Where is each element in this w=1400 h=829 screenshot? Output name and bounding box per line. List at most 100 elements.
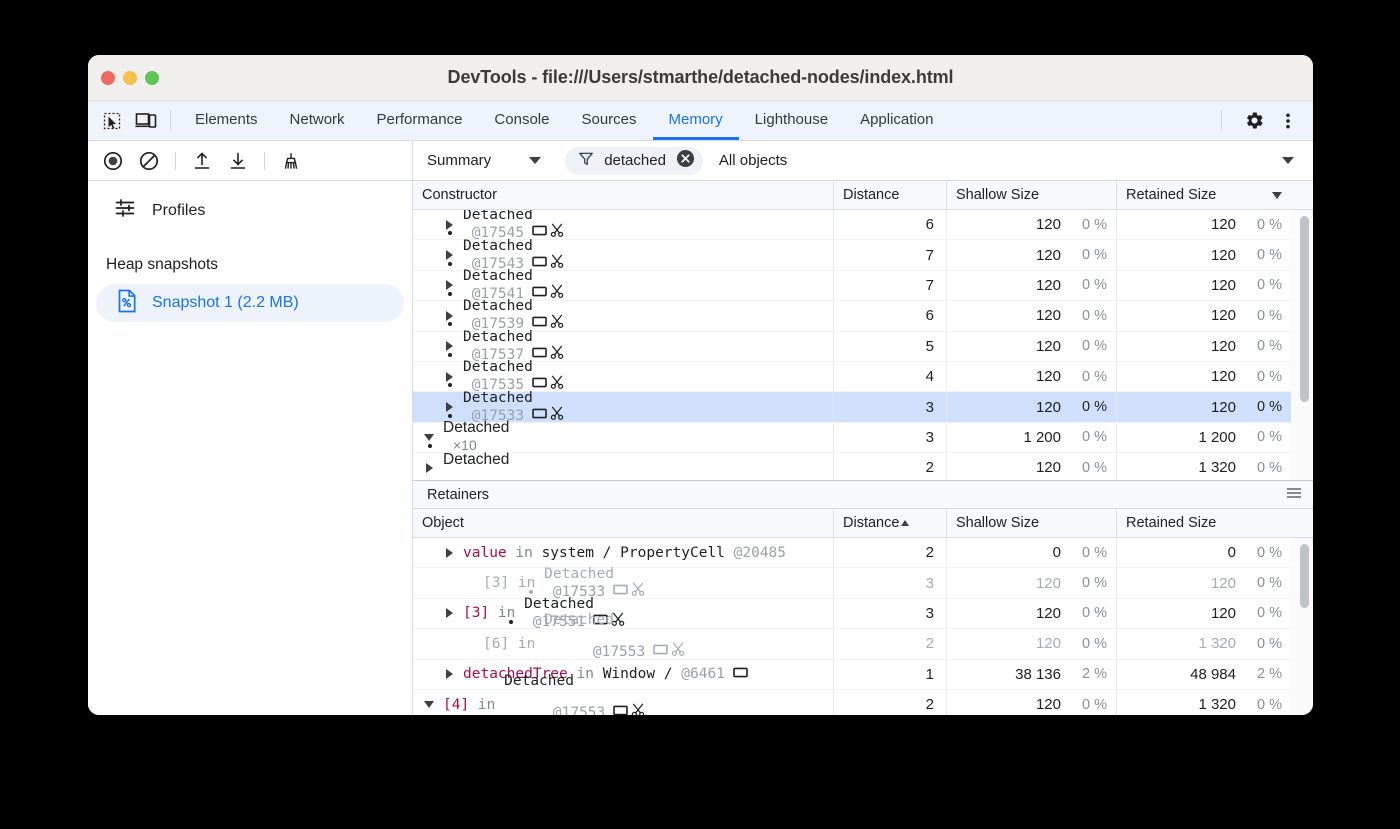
class-filter-select[interactable]: All objects	[703, 152, 1313, 169]
gear-icon[interactable]	[1237, 110, 1271, 131]
distance-cell: 7	[833, 240, 946, 269]
tab-elements[interactable]: Elements	[179, 101, 274, 140]
tab-label: Performance	[377, 111, 463, 128]
dom-node-badge-icon[interactable]	[613, 704, 628, 715]
inspect-element-icon[interactable]	[95, 101, 129, 140]
table-row[interactable]: [4] in Detached @1755321200 %1 3200 %	[413, 690, 1313, 715]
retained-size-percent: 0 %	[1236, 429, 1282, 445]
expand-triangle-icon[interactable]	[441, 548, 457, 558]
zoom-button[interactable]	[145, 71, 159, 85]
table-row[interactable]: Detached @1753541200 %1200 %	[413, 362, 1313, 392]
column-header-retained-size[interactable]: Retained Size	[1116, 181, 1291, 209]
tab-application[interactable]: Application	[844, 101, 949, 140]
clear-circle-slash-icon[interactable]	[132, 146, 166, 176]
constructors-scrollbar-thumb[interactable]	[1300, 216, 1309, 402]
dom-node-badge-icon[interactable]	[653, 643, 668, 660]
table-row[interactable]: Detached @1753331200 %1200 %	[413, 392, 1313, 422]
filter-chip[interactable]: detached	[565, 147, 703, 175]
retained-size-cell-value: 120	[1211, 368, 1236, 385]
table-row[interactable]: Detached @1754171200 %1200 %	[413, 271, 1313, 301]
table-row[interactable]: Detached ×1031 2000 %1 2000 %	[413, 423, 1313, 453]
broom-icon[interactable]	[274, 146, 308, 176]
shallow-size-cell: 1200 %	[946, 629, 1116, 658]
distance-value: 3	[926, 429, 934, 446]
tabbar-divider	[170, 110, 171, 131]
more-vertical-icon[interactable]	[1271, 111, 1305, 131]
shallow-size-cell: 1200 %	[946, 332, 1116, 361]
table-row[interactable]: Detached 21200 %1 3200 %	[413, 453, 1313, 480]
table-row[interactable]: value in system / PropertyCell @20485200…	[413, 538, 1313, 568]
distance-value: 2	[926, 544, 934, 561]
column-header-shallow-size[interactable]: Shallow Size	[946, 509, 1116, 537]
retained-size-cell: 00 %	[1116, 538, 1291, 567]
column-header-distance[interactable]: Distance	[833, 181, 946, 209]
retained-size-cell-value: 120	[1211, 605, 1236, 622]
tab-label: Elements	[195, 111, 258, 128]
column-header-constructor[interactable]: Constructor	[413, 181, 833, 209]
search-input[interactable]: detached	[604, 152, 666, 169]
tabbar-right-divider	[1221, 110, 1222, 131]
distance-cell: 6	[833, 210, 946, 239]
shallow-size-cell-value: 120	[1036, 575, 1061, 592]
retained-size-cell-value: 48 984	[1190, 666, 1236, 683]
distance-value: 4	[926, 368, 934, 385]
column-header-shallow-size[interactable]: Shallow Size	[946, 181, 1116, 209]
shallow-size-percent: 0 %	[1061, 217, 1107, 233]
upload-icon[interactable]	[185, 146, 219, 176]
shallow-size-percent: 2 %	[1061, 666, 1107, 682]
distance-value: 5	[926, 338, 934, 355]
clear-x-circle-icon[interactable]	[676, 149, 695, 172]
tab-console[interactable]: Console	[478, 101, 565, 140]
table-row[interactable]: Detached @1754561200 %1200 %	[413, 210, 1313, 240]
minimize-button[interactable]	[123, 71, 137, 85]
shallow-size-cell: 1200 %	[946, 271, 1116, 300]
shallow-size-percent: 0 %	[1061, 429, 1107, 445]
sidebar-item-profiles[interactable]: Profiles	[88, 181, 412, 224]
hamburger-menu-icon[interactable]	[1285, 486, 1303, 504]
view-select[interactable]: Summary	[427, 152, 541, 169]
retainers-scroll-track[interactable]	[1291, 538, 1313, 715]
column-header-object[interactable]: Object	[413, 509, 833, 537]
sidebar-item-label: Snapshot 1 (2.2 MB)	[152, 294, 299, 312]
retainer-reference: value	[463, 545, 507, 561]
shallow-size-cell-value: 120	[1036, 605, 1061, 622]
row-name-cell: [4] in Detached @17553	[413, 673, 833, 715]
record-icon[interactable]	[96, 146, 130, 176]
column-header-distance[interactable]: Distance	[833, 509, 946, 537]
tab-performance[interactable]: Performance	[361, 101, 479, 140]
sidebar-item-label: Profiles	[152, 202, 205, 220]
table-row[interactable]: Detached @1754371200 %1200 %	[413, 240, 1313, 270]
tab-label: Application	[860, 111, 933, 128]
detached-scissors-icon[interactable]	[631, 703, 646, 715]
table-row[interactable]: [6] in Detached @1755321200 %1 3200 %	[413, 629, 1313, 659]
table-row[interactable]: [3] in Detached @1753331200 %1200 %	[413, 568, 1313, 598]
sidebar-item-snapshot-1[interactable]: Snapshot 1 (2.2 MB)	[96, 284, 404, 322]
collapse-triangle-icon[interactable]	[421, 701, 437, 708]
shallow-size-cell-value: 120	[1036, 459, 1061, 476]
table-row[interactable]: Detached @1753751200 %1200 %	[413, 332, 1313, 362]
constructors-grid: Constructor Distance Shallow Size Retain…	[413, 181, 1313, 480]
detached-scissors-icon[interactable]	[671, 642, 686, 661]
header-scroll-pad	[1291, 181, 1313, 209]
distance-cell: 4	[833, 362, 946, 391]
constructors-scroll-track[interactable]	[1291, 210, 1313, 480]
expand-triangle-icon[interactable]	[421, 463, 437, 473]
column-header-retained-size[interactable]: Retained Size	[1116, 509, 1291, 537]
tab-network[interactable]: Network	[274, 101, 361, 140]
retainer-reference: [3]	[483, 575, 509, 591]
download-icon[interactable]	[221, 146, 255, 176]
tab-label: Sources	[581, 111, 636, 128]
tab-sources[interactable]: Sources	[565, 101, 652, 140]
close-button[interactable]	[101, 71, 115, 85]
device-toolbar-icon[interactable]	[129, 101, 163, 140]
shallow-size-cell-value: 38 136	[1015, 666, 1061, 683]
retainers-title: Retainers	[427, 487, 489, 503]
retainers-scrollbar-thumb[interactable]	[1300, 544, 1309, 608]
tab-memory[interactable]: Memory	[653, 101, 739, 140]
distance-cell: 3	[833, 392, 946, 421]
retained-size-cell-value: 1 200	[1198, 429, 1236, 446]
table-row[interactable]: Detached @1753961200 %1200 %	[413, 301, 1313, 331]
tab-lighthouse[interactable]: Lighthouse	[739, 101, 844, 140]
retained-size-cell-value: 1 320	[1198, 635, 1236, 652]
shallow-size-cell-value: 1 200	[1023, 429, 1061, 446]
